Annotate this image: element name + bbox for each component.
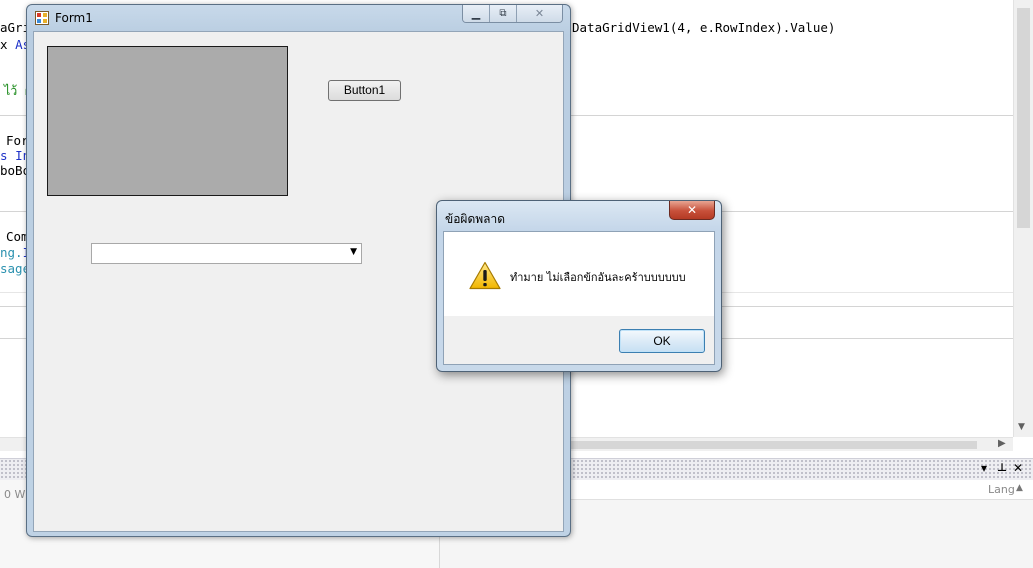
close-button[interactable]: ✕ <box>517 5 562 22</box>
code-line-1-right: DataGridView1(4, e.RowIndex).Value) <box>572 20 836 35</box>
vertical-scroll-thumb[interactable] <box>1017 8 1030 228</box>
minimize-button[interactable]: ▁ <box>463 5 490 22</box>
warning-icon <box>469 261 501 290</box>
message-box-title: ข้อผิดพลาด <box>445 212 506 226</box>
scroll-down-arrow-icon[interactable]: ▼ <box>1018 422 1025 432</box>
scroll-right-arrow-icon[interactable]: ▶ <box>998 438 1006 449</box>
minimize-icon: ▁ <box>471 7 481 20</box>
sort-arrow-icon: ▲ <box>1016 483 1023 493</box>
panel-dropdown-icon[interactable]: ▾ <box>981 461 987 475</box>
ok-button[interactable]: OK <box>619 329 705 353</box>
language-column-header[interactable]: Lang <box>988 483 1015 496</box>
message-box-content: ทำมาย ไม่เลือกข้กอันละคร้าบบบบบบ <box>444 232 714 316</box>
code-fragment: x <box>0 37 16 52</box>
message-box-client: ทำมาย ไม่เลือกข้กอันละคร้าบบบบบบ OK <box>443 231 715 365</box>
panel-close-icon[interactable]: ✕ <box>1013 461 1023 475</box>
horizontal-scroll-thumb[interactable] <box>565 441 977 449</box>
code-keyword: s <box>0 148 16 163</box>
code-class: ng. <box>0 245 23 260</box>
close-icon: ✕ <box>534 7 545 20</box>
form1-title: Form1 <box>55 11 93 25</box>
warnings-count[interactable]: 0 W <box>4 488 25 501</box>
combobox[interactable]: ▼ <box>91 243 362 264</box>
dropdown-arrow-icon[interactable]: ▼ <box>350 247 357 257</box>
vertical-scrollbar[interactable]: ▼ <box>1013 0 1033 437</box>
form1-titlebar[interactable]: Form1 ▁ ⧉ ✕ <box>27 5 570 31</box>
form-app-icon <box>35 11 49 25</box>
panel-pin-icon[interactable]: ⊥ <box>997 461 1007 474</box>
picture-box <box>47 46 288 196</box>
maximize-icon: ⧉ <box>499 8 507 19</box>
form1-caption-buttons: ▁ ⧉ ✕ <box>462 5 563 23</box>
button1[interactable]: Button1 <box>328 80 401 101</box>
message-text: ทำมาย ไม่เลือกข้กอันละคร้าบบบบบบ <box>510 271 686 284</box>
error-message-box: ข้อผิดพลาด ✕ ทำมาย ไม่เลือกข้กอันละคร้าบ… <box>436 200 722 372</box>
maximize-button[interactable]: ⧉ <box>490 5 517 22</box>
message-box-close-button[interactable]: ✕ <box>669 201 715 220</box>
close-icon: ✕ <box>686 203 698 217</box>
